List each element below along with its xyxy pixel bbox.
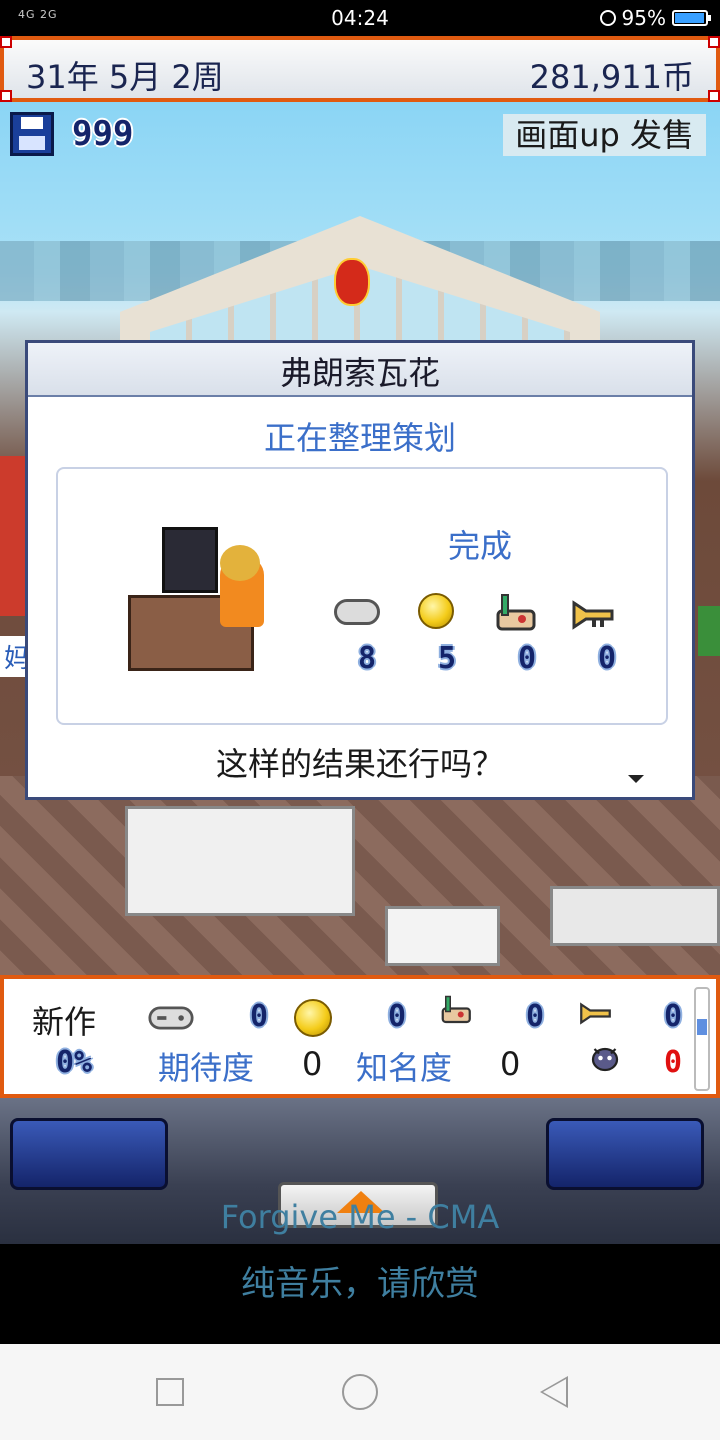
confirm-question: 这样的结果还行吗？ [215, 745, 504, 783]
expectation-label: 期待度 [158, 1049, 255, 1087]
top-info-bar: 31年 5月 2周 281,911币 [0, 36, 720, 102]
stat-value-sound: 0 [598, 641, 617, 676]
system-nav-bar [0, 1344, 720, 1440]
frame-corner [708, 36, 720, 48]
vending-machine [0, 456, 28, 616]
trumpet-icon [580, 1002, 611, 1025]
expectation-value: 0 [302, 1045, 323, 1083]
plant-decoration [698, 606, 720, 656]
coin-icon [418, 593, 454, 629]
stat-values: 8 5 0 0 [358, 641, 658, 681]
stat-creativity: 0 [388, 999, 407, 1034]
scroll-thumb[interactable] [697, 1019, 707, 1035]
frame-corner [0, 36, 12, 48]
progress-percent: 0% [56, 1045, 93, 1080]
status-right: 95% [599, 6, 711, 30]
stats-scrollbar[interactable] [694, 987, 710, 1091]
recent-apps-icon[interactable] [156, 1378, 184, 1406]
new-title-label: 新作 [32, 1003, 97, 1041]
developer-hair [220, 545, 260, 581]
result-label: 完成 [448, 527, 513, 565]
stat-value-fun: 8 [358, 641, 377, 676]
trumpet-icon [572, 593, 618, 630]
storage-count: 999 [72, 114, 134, 154]
alarm-icon [599, 10, 616, 26]
fame-value: 0 [500, 1045, 521, 1083]
gamepad-icon [334, 599, 380, 625]
home-icon[interactable] [342, 1374, 378, 1410]
stat-icons [334, 593, 644, 633]
dialog-subtitle: 正在整理策划 [263, 419, 456, 457]
battery-fill [675, 13, 705, 23]
frame-corner [0, 90, 12, 102]
fame-label: 知名度 [356, 1049, 453, 1087]
result-panel: 完成 8 5 0 0 [56, 467, 668, 725]
stat-graphics: 0 [526, 999, 545, 1034]
right-action-button[interactable] [546, 1118, 704, 1190]
gamepad-icon [148, 1006, 194, 1030]
staff-desk[interactable] [125, 806, 355, 916]
bug-monster-icon [591, 1047, 619, 1072]
planning-dialog[interactable]: 弗朗索瓦花 正在整理策划 完成 8 5 0 0 这样的结果还行吗？ [25, 340, 695, 800]
stat-value-creativity: 5 [438, 641, 457, 676]
game-date: 31年 5月 2周 [26, 58, 224, 96]
floppy-disk-icon[interactable] [10, 112, 54, 156]
battery-percent: 95% [621, 6, 666, 30]
frame-corner [708, 90, 720, 102]
lantern-decoration [334, 258, 370, 306]
stat-fun: 0 [250, 999, 269, 1034]
left-action-button[interactable] [10, 1118, 168, 1190]
game-stats-bar: 新作 0 0 0 0 0% 期待度 0 知名度 0 0 [0, 975, 720, 1098]
paintbrush-icon [441, 995, 471, 1024]
battery-icon [672, 10, 711, 26]
stat-value-graphics: 0 [518, 641, 537, 676]
back-icon[interactable] [540, 1376, 568, 1408]
money-balance: 281,911币 [529, 58, 694, 96]
status-bar: 4G 2G 04:24 95% [0, 0, 720, 36]
monitor-shape [162, 527, 218, 593]
sale-label: 画面up 发售 [503, 114, 706, 156]
paintbrush-icon [494, 593, 540, 631]
dialog-title: 弗朗索瓦花 [28, 343, 692, 397]
stat-sound: 0 [664, 999, 683, 1034]
coin-icon [294, 999, 332, 1037]
bug-count: 0 [664, 1045, 683, 1080]
continue-arrow-icon[interactable] [628, 775, 644, 783]
bookshelf[interactable] [550, 886, 720, 946]
developer-at-desk-illustration [128, 525, 278, 675]
song-title: Forgive Me - CMA [220, 1198, 500, 1236]
song-note: 纯音乐，请欣赏 [241, 1264, 479, 1304]
side-desk[interactable] [385, 906, 500, 966]
